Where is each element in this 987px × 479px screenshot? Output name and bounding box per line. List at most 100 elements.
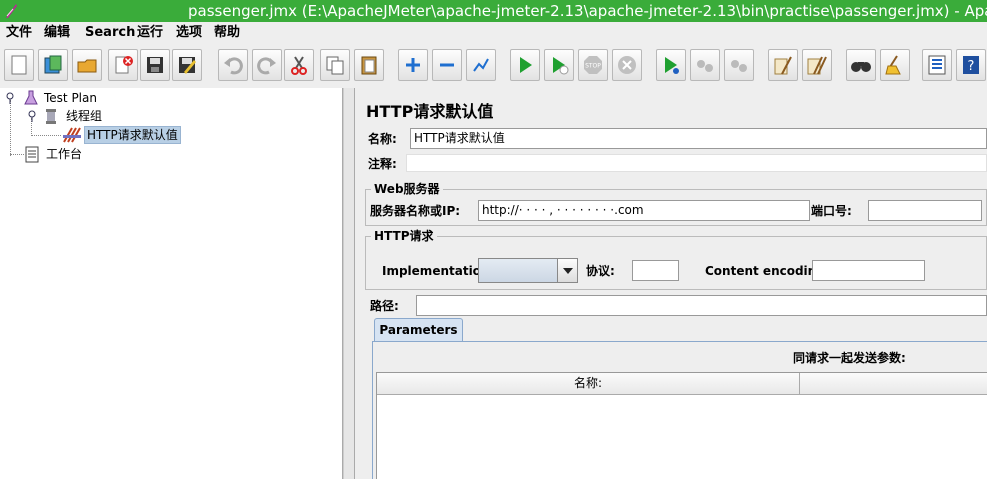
path-input[interactable] <box>416 295 987 316</box>
window-titlebar: passenger.jmx (E:\ApacheJMeter\apache-jm… <box>0 0 987 22</box>
implementation-select[interactable] <box>478 258 578 283</box>
name-label: 名称: <box>368 132 397 146</box>
close-icon <box>115 56 133 74</box>
web-server-legend: Web服务器 <box>371 182 443 196</box>
svg-text:?: ? <box>968 59 975 74</box>
menu-file[interactable]: 文件 <box>6 25 32 41</box>
help-icon: ? <box>963 56 979 74</box>
function-helper-button[interactable] <box>922 49 952 81</box>
clear-button[interactable] <box>768 49 798 81</box>
comment-input[interactable] <box>406 154 987 172</box>
reset-search-button[interactable] <box>880 49 910 81</box>
column-header-name[interactable]: 名称: <box>377 373 800 394</box>
remote-shutdown-button[interactable] <box>724 49 754 81</box>
menu-bar: 文件 编辑 Search 运行 选项 帮助 <box>0 22 987 44</box>
paste-icon <box>361 56 377 75</box>
search-button[interactable] <box>846 49 876 81</box>
expand-icon <box>406 58 420 72</box>
tree-item-test-plan[interactable]: Test Plan <box>4 89 99 107</box>
start-icon <box>520 57 532 73</box>
port-label: 端口号: <box>811 204 852 218</box>
dropdown-arrow[interactable] <box>557 259 577 282</box>
clear-all-icon <box>807 56 827 75</box>
protocol-input[interactable] <box>632 260 679 281</box>
open-icon <box>77 59 97 73</box>
clear-icon <box>774 56 792 75</box>
copy-icon <box>326 56 344 75</box>
undo-button[interactable] <box>218 49 248 81</box>
remote-start-icon <box>665 57 679 74</box>
collapse-icon <box>440 63 454 67</box>
http-defaults-panel: HTTP请求默认值 名称: HTTP请求默认值 注释: Web服务器 服务器名称… <box>355 88 987 479</box>
tree-item-http-defaults[interactable]: HTTP请求默认值 <box>62 126 181 144</box>
function-helper-icon <box>928 55 946 75</box>
content-encoding-label: Content encoding: <box>705 264 830 278</box>
tree-item-label: Test Plan <box>44 91 97 105</box>
close-button[interactable] <box>108 49 138 81</box>
toolbar: STOP ? <box>0 44 987 90</box>
parameters-table[interactable]: 名称: <box>376 372 987 479</box>
save-button[interactable] <box>140 49 170 81</box>
cut-button[interactable] <box>284 49 314 81</box>
toggle-button[interactable] <box>466 49 496 81</box>
expand-all-button[interactable] <box>398 49 428 81</box>
remote-stop-button[interactable] <box>690 49 720 81</box>
parameters-table-header: 名称: <box>377 373 987 395</box>
remote-start-button[interactable] <box>656 49 686 81</box>
clear-all-button[interactable] <box>802 49 832 81</box>
help-button[interactable]: ? <box>956 49 986 81</box>
tree-connector <box>10 100 11 156</box>
menu-run[interactable]: 运行 <box>137 25 163 41</box>
server-input[interactable]: http://· · · · , · · · · · · · ·.com <box>478 200 810 221</box>
port-input[interactable] <box>868 200 982 221</box>
column-header-value[interactable] <box>801 373 987 394</box>
stop-button[interactable]: STOP <box>578 49 608 81</box>
pane-splitter[interactable] <box>343 88 355 479</box>
redo-icon <box>257 57 276 75</box>
tree-connector <box>10 154 24 155</box>
search-icon <box>851 62 871 72</box>
tree-item-label: 工作台 <box>46 147 83 161</box>
menu-search[interactable]: Search <box>85 25 135 41</box>
remote-shutdown-icon <box>731 60 747 72</box>
content-encoding-input[interactable] <box>812 260 925 281</box>
protocol-label: 协议: <box>586 264 615 278</box>
start-button[interactable] <box>510 49 540 81</box>
page-title: HTTP请求默认值 <box>366 102 494 121</box>
new-icon <box>11 55 27 75</box>
shutdown-icon <box>618 56 636 74</box>
menu-help[interactable]: 帮助 <box>214 25 240 41</box>
tree-item-label: HTTP请求默认值 <box>84 126 181 144</box>
menu-options[interactable]: 选项 <box>176 25 202 41</box>
test-plan-tree: Test Plan 线程组 HTTP请求默认值 工作台 <box>0 88 343 479</box>
shutdown-button[interactable] <box>612 49 642 81</box>
tree-toggle-icon[interactable] <box>4 92 16 104</box>
tree-toggle-icon[interactable] <box>26 110 38 122</box>
stop-icon-text: STOP <box>585 63 601 70</box>
new-button[interactable] <box>4 49 34 81</box>
save-as-button[interactable] <box>172 49 202 81</box>
http-request-legend: HTTP请求 <box>371 229 437 243</box>
open-button[interactable] <box>72 49 102 81</box>
parameters-tab-body: 同请求一起发送参数: 名称: <box>372 341 987 479</box>
tree-item-workbench[interactable]: 工作台 <box>24 145 84 163</box>
tab-parameters[interactable]: Parameters <box>374 318 463 342</box>
collapse-all-button[interactable] <box>432 49 462 81</box>
toggle-icon <box>473 58 489 72</box>
workbench-clipboard-icon <box>25 146 39 163</box>
tree-item-thread-group[interactable]: 线程组 <box>26 107 104 125</box>
paste-button[interactable] <box>354 49 384 81</box>
path-label: 路径: <box>370 299 399 313</box>
jmeter-feather-icon <box>6 4 17 18</box>
cut-icon <box>291 56 307 75</box>
chevron-down-icon <box>562 267 573 274</box>
config-element-icon <box>63 127 81 143</box>
tree-connector <box>31 135 61 136</box>
templates-button[interactable] <box>38 49 68 81</box>
start-no-pause-button[interactable] <box>544 49 574 81</box>
menu-edit[interactable]: 编辑 <box>44 25 70 41</box>
copy-button[interactable] <box>320 49 350 81</box>
name-input[interactable]: HTTP请求默认值 <box>410 128 987 149</box>
start-no-pause-icon <box>553 57 569 75</box>
redo-button[interactable] <box>252 49 282 81</box>
